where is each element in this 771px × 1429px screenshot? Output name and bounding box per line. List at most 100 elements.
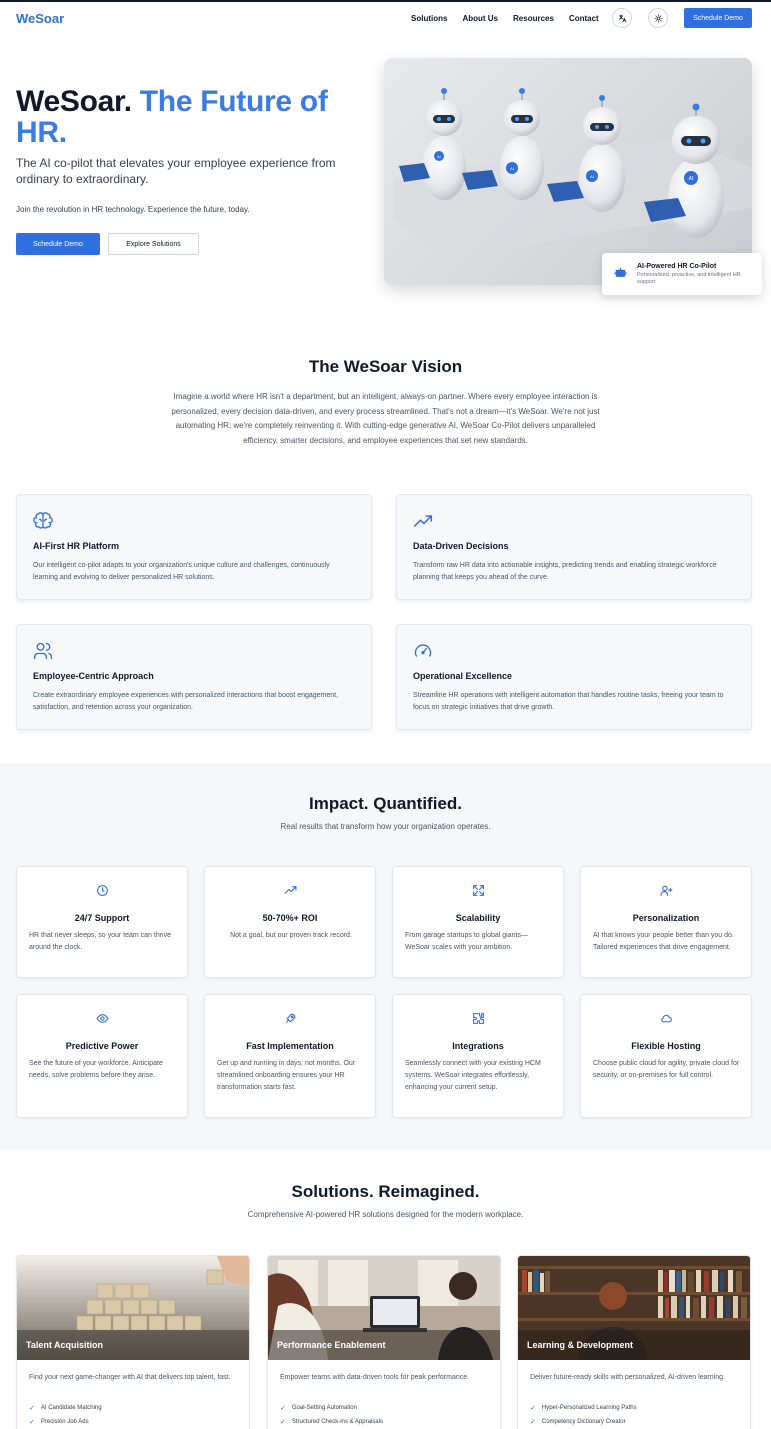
impact-card-title: Predictive Power [65, 1041, 139, 1051]
impact-card-title: Scalability [455, 913, 501, 923]
impact-card-title: 24/7 Support [74, 913, 130, 923]
impact-card-desc: AI that knows your people better than yo… [593, 932, 734, 951]
vision-card-title: Employee-Centric Approach [33, 671, 154, 681]
explore-solutions-button[interactable]: Explore Solutions [108, 233, 199, 255]
impact-card-title: Integrations [452, 1041, 504, 1051]
hero-robots-image: AI AI AI AI [384, 58, 752, 285]
check-icon: ✓ [530, 1419, 536, 1426]
feature-label: Competency Dictionary Creator [541, 1419, 626, 1425]
solution-card-title: Talent Acquisition [26, 1340, 104, 1350]
solution-card-learning-development[interactable]: Learning & Development Deliver future-re… [517, 1255, 751, 1429]
impact-card: Flexible Hosting Choose public cloud for… [580, 994, 752, 1118]
schedule-demo-button[interactable]: Schedule Demo [16, 233, 100, 255]
hero-badge-card: AI-Powered HR Co-Pilot Personalized, pro… [602, 253, 762, 295]
language-button[interactable] [612, 8, 632, 28]
solution-card-title: Performance Enablement [277, 1340, 386, 1350]
translate-icon [618, 14, 626, 22]
solution-card-performance-enablement[interactable]: Performance Enablement Empower teams wit… [267, 1255, 501, 1429]
impact-card: Integrations Seamlessly connect with you… [392, 994, 564, 1118]
solution-feature: ✓ AI Candidate Matching [29, 1404, 102, 1412]
solution-card-talent-acquisition[interactable]: Talent Acquisition Find your next game-c… [16, 1255, 250, 1429]
vision-card-desc: Streamline HR operations with intelligen… [413, 692, 724, 711]
hero-title: WeSoar. The Future of HR. [16, 86, 366, 148]
vision-text: Imagine a world where HR isn't a departm… [171, 392, 600, 445]
check-icon: ✓ [280, 1405, 286, 1412]
robot-ai-label: AI [689, 176, 694, 182]
badge-description: Personalized, proactive, and intelligent… [637, 272, 741, 285]
solution-feature: ✓ Competency Dictionary Creator [530, 1418, 626, 1426]
logo[interactable]: WeSoar [16, 11, 64, 26]
expand-icon [472, 885, 484, 896]
check-icon: ✓ [530, 1405, 536, 1412]
impact-card-desc: See the future of your workforce. Antici… [29, 1060, 163, 1079]
clock-icon [96, 885, 108, 896]
nav-link-solutions[interactable]: Solutions [411, 14, 447, 23]
feature-label: Hyper-Personalized Learning Paths [541, 1405, 637, 1411]
nav-link-resources[interactable]: Resources [513, 14, 554, 23]
feature-label: Goal-Setting Automation [291, 1405, 357, 1411]
impact-card: Predictive Power See the future of your … [16, 994, 188, 1118]
impact-subtitle: Real results that transform how your org… [280, 822, 491, 831]
solution-card-desc: Find your next game-changer with AI that… [29, 1374, 231, 1381]
vision-card-title: Operational Excellence [413, 671, 513, 681]
nav-links: Solutions About Us Resources Contact [411, 14, 599, 23]
solution-feature: ✓ Goal-Setting Automation [280, 1404, 357, 1412]
vision-card-desc: Our intelligent co-pilot adapts to your … [33, 562, 330, 581]
vision-card-title: AI-First HR Platform [33, 541, 120, 551]
eye-icon [95, 1014, 109, 1023]
solution-feature: ✓ Hyper-Personalized Learning Paths [530, 1404, 637, 1412]
theme-toggle-button[interactable] [648, 8, 668, 28]
impact-card: Personalization AI that knows your peopl… [580, 866, 752, 978]
user-plus-icon [660, 885, 672, 896]
impact-card-title: Personalization [632, 913, 700, 923]
nav-link-about-us[interactable]: About Us [462, 14, 498, 23]
robot-ai-label: AI [590, 174, 594, 179]
hero-title-main: WeSoar. [16, 85, 132, 118]
robot-ai-label: AI [510, 166, 514, 171]
sun-icon [653, 13, 663, 23]
trending-up-icon [413, 511, 433, 536]
impact-card: Scalability From garage startups to glob… [392, 866, 564, 978]
trending-up-icon [284, 886, 296, 894]
nav-schedule-demo-button[interactable]: Schedule Demo [684, 8, 752, 28]
hero-tagline: Join the revolution in HR technology. Ex… [16, 205, 250, 214]
impact-card-desc: Seamlessly connect with your existing HC… [405, 1060, 541, 1091]
vision-title: The WeSoar Vision [308, 357, 463, 376]
impact-card-title: 50-70%+ ROI [262, 913, 318, 923]
impact-card-desc: Not a goal, but our proven track record. [230, 932, 352, 939]
impact-card-desc: HR that never sleeps, so your team can t… [29, 932, 172, 951]
check-icon: ✓ [280, 1419, 286, 1426]
vision-card: Operational Excellence Streamline HR ope… [396, 624, 752, 730]
puzzle-icon [472, 1013, 484, 1024]
users-icon [33, 641, 53, 666]
nav-link-contact[interactable]: Contact [569, 14, 599, 23]
vision-card-desc: Create extraordinary employee experience… [33, 692, 339, 711]
solution-card-title: Learning & Development [527, 1340, 634, 1350]
badge-title: AI-Powered HR Co-Pilot [637, 263, 717, 270]
impact-title: Impact. Quantified. [308, 794, 463, 813]
feature-label: AI Candidate Matching [40, 1405, 102, 1411]
impact-card-desc: Choose public cloud for agility, private… [593, 1060, 740, 1079]
top-nav: WeSoar Solutions About Us Resources Cont… [0, 2, 771, 36]
cloud-icon [660, 1014, 672, 1023]
solution-feature: ✓ Structured Check-ins & Appraisals [280, 1418, 383, 1426]
impact-card-title: Flexible Hosting [631, 1041, 701, 1051]
impact-card-desc: Get up and running in days, not months. … [217, 1060, 356, 1091]
solution-card-desc: Empower teams with data-driven tools for… [280, 1374, 470, 1381]
solutions-subtitle: Comprehensive AI-powered HR solutions de… [247, 1210, 524, 1219]
hero-subtitle: The AI co-pilot that elevates your emplo… [16, 156, 336, 186]
impact-card-desc: From garage startups to global giants—We… [405, 932, 528, 951]
solutions-title: Solutions. Reimagined. [291, 1182, 480, 1201]
check-icon: ✓ [29, 1419, 35, 1426]
vision-card-title: Data-Driven Decisions [413, 541, 509, 551]
check-icon: ✓ [29, 1405, 35, 1412]
gauge-icon [413, 641, 433, 666]
solution-card-desc: Deliver future-ready skills with persona… [530, 1374, 725, 1381]
impact-card: Fast Implementation Get up and running i… [204, 994, 376, 1118]
impact-card: 24/7 Support HR that never sleeps, so yo… [16, 866, 188, 978]
vision-card: AI-First HR Platform Our intelligent co-… [16, 494, 372, 600]
rocket-icon [285, 1013, 295, 1023]
impact-card: 50-70%+ ROI Not a goal, but our proven t… [204, 866, 376, 978]
vision-card: Employee-Centric Approach Create extraor… [16, 624, 372, 730]
robot-ai-label: AI [437, 154, 441, 159]
